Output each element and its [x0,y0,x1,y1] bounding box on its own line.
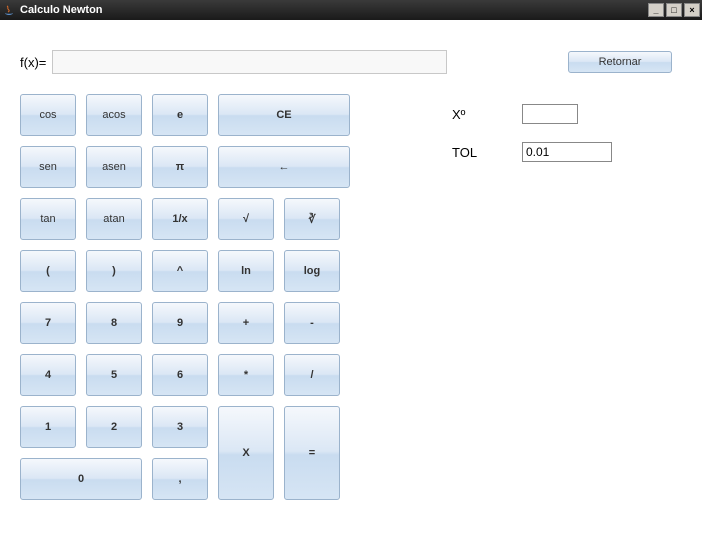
log-button[interactable]: log [284,250,340,292]
comma-button[interactable]: , [152,458,208,500]
acos-button[interactable]: acos [86,94,142,136]
inverse-button[interactable]: 1/x [152,198,208,240]
parameters-panel: Xº TOL [452,94,612,500]
backspace-button[interactable]: ← [218,146,350,188]
three-button[interactable]: 3 [152,406,208,448]
titlebar: Calculo Newton _ □ × [0,0,702,20]
rparen-button[interactable]: ) [86,250,142,292]
seven-button[interactable]: 7 [20,302,76,344]
window-controls: _ □ × [648,3,700,17]
e-button[interactable]: e [152,94,208,136]
zero-button[interactable]: 0 [20,458,142,500]
equals-button[interactable]: = [284,406,340,500]
fx-input[interactable] [52,50,447,74]
minimize-button[interactable]: _ [648,3,664,17]
atan-button[interactable]: atan [86,198,142,240]
ln-button[interactable]: ln [218,250,274,292]
one-button[interactable]: 1 [20,406,76,448]
x0-input[interactable] [522,104,578,124]
power-button[interactable]: ^ [152,250,208,292]
window-title: Calculo Newton [20,4,648,16]
lparen-button[interactable]: ( [20,250,76,292]
minus-button[interactable]: - [284,302,340,344]
x0-label: Xº [452,107,522,122]
ce-button[interactable]: CE [218,94,350,136]
tan-button[interactable]: tan [20,198,76,240]
x-button[interactable]: X [218,406,274,500]
content-area: f(x)= Retornar cos acos e CE sen asen π … [0,20,702,551]
five-button[interactable]: 5 [86,354,142,396]
maximize-button[interactable]: □ [666,3,682,17]
multiply-button[interactable]: * [218,354,274,396]
tol-label: TOL [452,145,522,160]
java-icon [2,3,16,17]
sen-button[interactable]: sen [20,146,76,188]
two-button[interactable]: 2 [86,406,142,448]
sqrt-button[interactable]: √ [218,198,274,240]
nine-button[interactable]: 9 [152,302,208,344]
eight-button[interactable]: 8 [86,302,142,344]
close-button[interactable]: × [684,3,700,17]
fx-label: f(x)= [20,55,46,70]
cbrt-button[interactable]: ∛ [284,198,340,240]
tol-input[interactable] [522,142,612,162]
four-button[interactable]: 4 [20,354,76,396]
asen-button[interactable]: asen [86,146,142,188]
six-button[interactable]: 6 [152,354,208,396]
divide-button[interactable]: / [284,354,340,396]
retornar-button[interactable]: Retornar [568,51,672,73]
plus-button[interactable]: + [218,302,274,344]
pi-button[interactable]: π [152,146,208,188]
cos-button[interactable]: cos [20,94,76,136]
calculator-grid: cos acos e CE sen asen π ← tan atan 1/x … [20,94,400,500]
